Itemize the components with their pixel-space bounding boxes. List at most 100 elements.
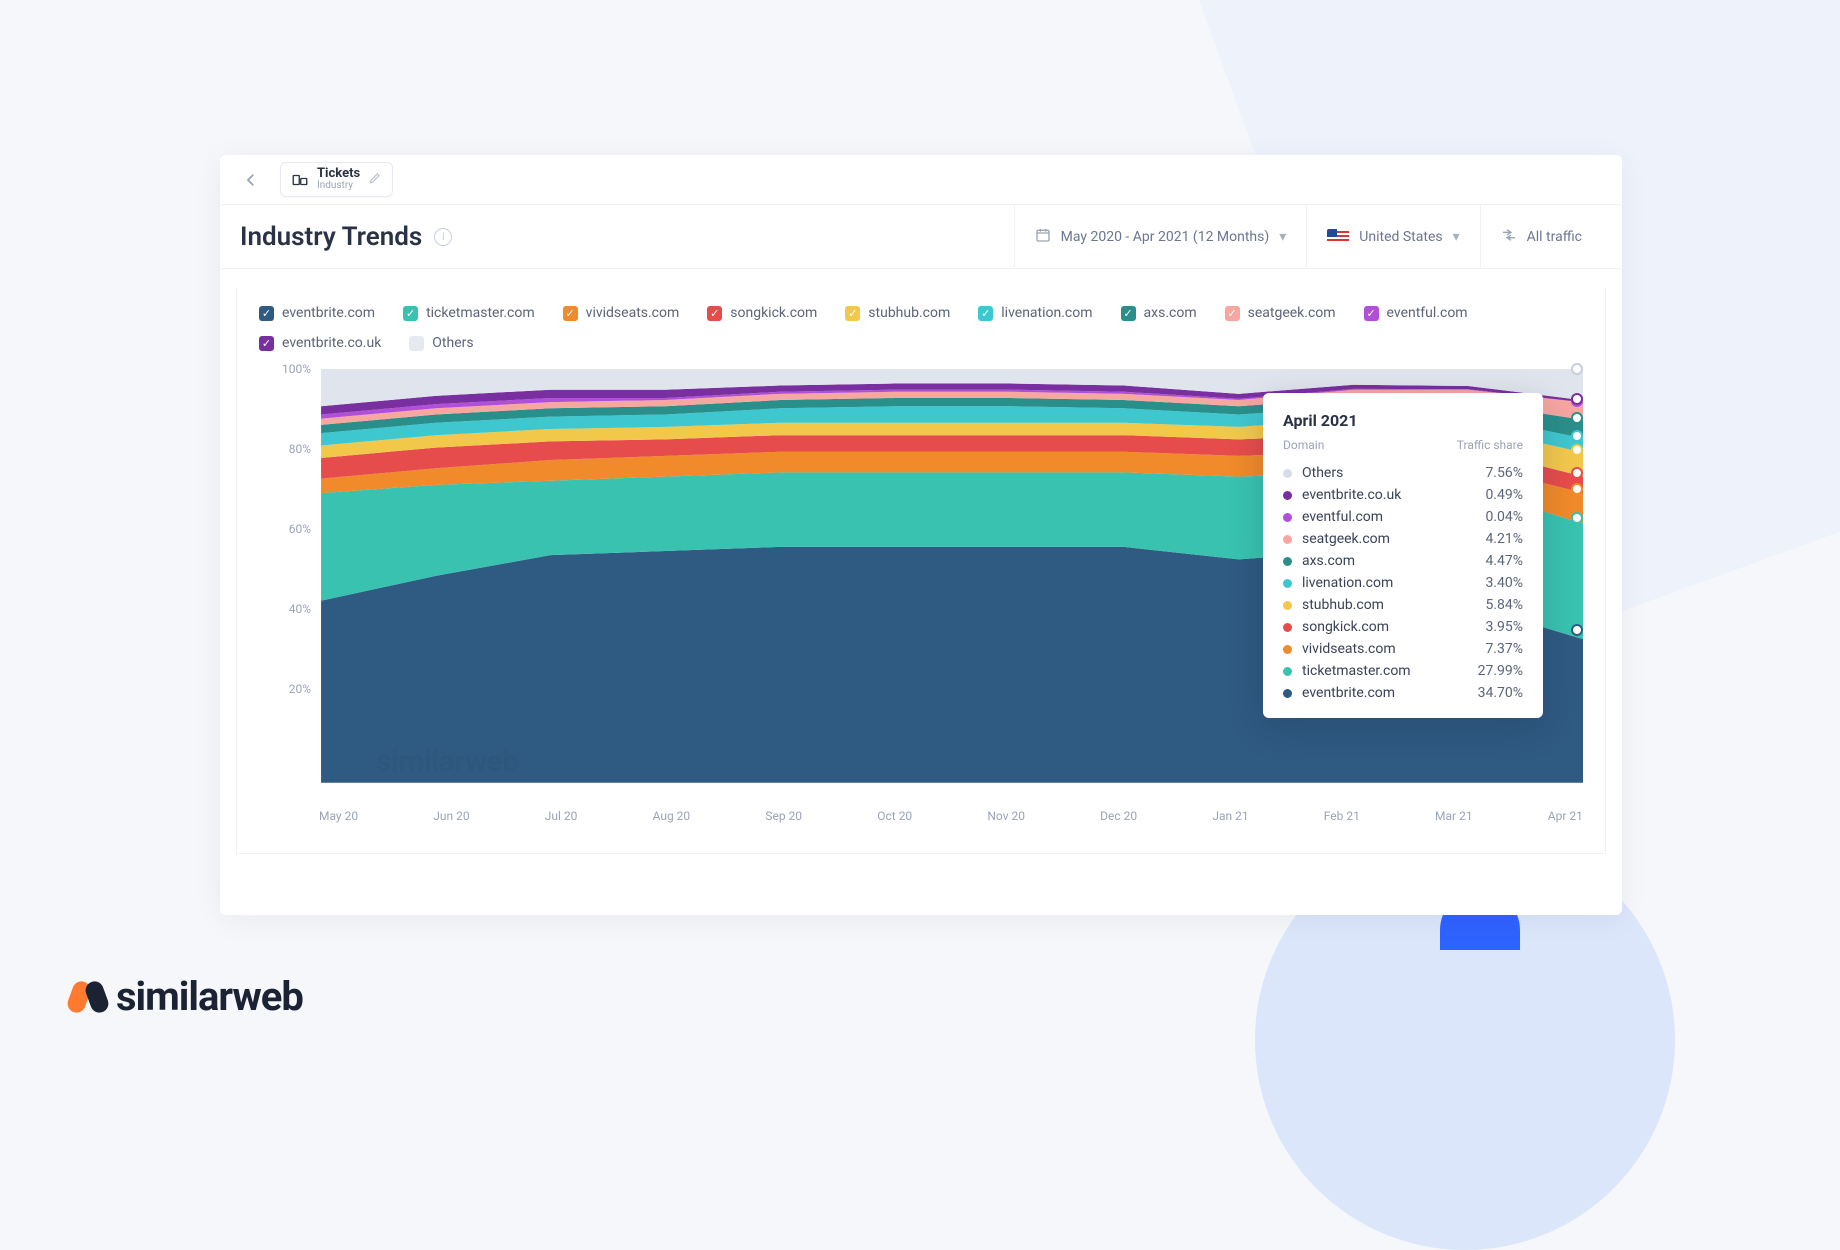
legend-checkbox[interactable] <box>1364 306 1379 321</box>
legend-checkbox[interactable] <box>1121 306 1136 321</box>
calendar-icon <box>1035 227 1051 247</box>
x-tick-label: Jan 21 <box>1212 809 1248 829</box>
tooltip-col-domain: Domain <box>1283 438 1324 452</box>
legend-checkbox[interactable] <box>403 306 418 321</box>
legend-checkbox[interactable] <box>259 306 274 321</box>
industry-chip[interactable]: Tickets Industry <box>280 162 393 197</box>
info-icon[interactable]: i <box>434 228 452 246</box>
tooltip-value: 3.95% <box>1485 619 1523 635</box>
edit-icon[interactable] <box>368 170 382 189</box>
series-color-dot <box>1283 579 1292 588</box>
x-tick-label: May 20 <box>319 809 358 829</box>
chart-plot[interactable]: 100%80%60%40%20% May 20Jun 20Jul 20Aug 2… <box>259 369 1583 829</box>
legend-item[interactable]: stubhub.com <box>845 305 950 321</box>
tooltip-row: vividseats.com 7.37% <box>1283 638 1523 660</box>
series-color-dot <box>1283 667 1292 676</box>
legend-item[interactable]: vividseats.com <box>563 305 680 321</box>
flag-icon <box>1327 229 1349 245</box>
tooltip-domain: songkick.com <box>1302 619 1475 635</box>
x-axis-labels: May 20Jun 20Jul 20Aug 20Sep 20Oct 20Nov … <box>319 809 1583 829</box>
legend-item[interactable]: seatgeek.com <box>1225 305 1336 321</box>
tooltip-title: April 2021 <box>1283 411 1523 430</box>
tooltip-row: axs.com4.47% <box>1283 550 1523 572</box>
tooltip-domain: eventbrite.com <box>1302 685 1468 701</box>
country-filter[interactable]: United States ▾ <box>1306 205 1479 268</box>
legend-item[interactable]: Others <box>409 335 473 351</box>
legend-item[interactable]: songkick.com <box>707 305 817 321</box>
tooltip-value: 4.21% <box>1485 531 1523 547</box>
legend-item[interactable]: eventful.com <box>1364 305 1468 321</box>
legend-item[interactable]: eventbrite.co.uk <box>259 335 381 351</box>
legend-checkbox[interactable] <box>259 336 274 351</box>
series-color-dot <box>1283 513 1292 522</box>
industry-icon <box>291 171 309 189</box>
app-frame: Tickets Industry Industry Trends i May 2… <box>220 155 1622 915</box>
compare-icon <box>1501 227 1517 247</box>
chevron-down-icon: ▾ <box>1453 229 1460 245</box>
tooltip-domain: Others <box>1302 465 1475 481</box>
legend-label: Others <box>432 335 473 351</box>
filters-group: May 2020 - Apr 2021 (12 Months) ▾ United… <box>1014 205 1602 268</box>
legend-label: stubhub.com <box>868 305 950 321</box>
tooltip-domain: livenation.com <box>1302 575 1475 591</box>
tooltip-value: 0.04% <box>1485 509 1523 525</box>
legend-item[interactable]: livenation.com <box>978 305 1092 321</box>
legend-checkbox[interactable] <box>563 306 578 321</box>
brand-logo-footer: similarweb <box>70 973 303 1020</box>
tooltip-value: 7.37% <box>1485 641 1523 657</box>
industry-chip-text: Tickets Industry <box>317 167 360 192</box>
series-marker <box>1571 483 1583 495</box>
legend-label: eventbrite.com <box>282 305 375 321</box>
date-range-filter[interactable]: May 2020 - Apr 2021 (12 Months) ▾ <box>1014 205 1307 268</box>
legend-item[interactable]: axs.com <box>1121 305 1197 321</box>
series-marker <box>1571 467 1583 479</box>
legend-label: vividseats.com <box>586 305 680 321</box>
tooltip-value: 0.49% <box>1485 487 1523 503</box>
back-button[interactable] <box>236 165 266 195</box>
legend-label: songkick.com <box>730 305 817 321</box>
series-color-dot <box>1283 689 1292 698</box>
tooltip-domain: eventful.com <box>1302 509 1475 525</box>
tooltip-domain: seatgeek.com <box>1302 531 1475 547</box>
legend-checkbox[interactable] <box>1225 306 1240 321</box>
tooltip-value: 34.70% <box>1478 685 1523 701</box>
tooltip-value: 4.47% <box>1485 553 1523 569</box>
tooltip-domain: ticketmaster.com <box>1302 663 1468 679</box>
tooltip-row: livenation.com 3.40% <box>1283 572 1523 594</box>
x-tick-label: Nov 20 <box>987 809 1025 829</box>
tooltip-row: ticketmaster.com27.99% <box>1283 660 1523 682</box>
chart-watermark: similarweb <box>344 744 519 779</box>
legend-checkbox[interactable] <box>978 306 993 321</box>
legend-checkbox[interactable] <box>845 306 860 321</box>
series-marker <box>1571 512 1583 524</box>
x-tick-label: Aug 20 <box>653 809 691 829</box>
series-marker <box>1571 624 1583 636</box>
tooltip-row: stubhub.com5.84% <box>1283 594 1523 616</box>
series-marker <box>1571 363 1583 375</box>
legend-label: livenation.com <box>1001 305 1092 321</box>
tooltip-domain: vividseats.com <box>1302 641 1475 657</box>
x-tick-label: Oct 20 <box>877 809 912 829</box>
series-color-dot <box>1283 557 1292 566</box>
tooltip-domain: eventbrite.co.uk <box>1302 487 1475 503</box>
series-marker <box>1571 412 1583 424</box>
legend-item[interactable]: eventbrite.com <box>259 305 375 321</box>
legend-label: axs.com <box>1144 305 1197 321</box>
header-bar: Tickets Industry <box>220 155 1622 205</box>
traffic-filter[interactable]: All traffic <box>1480 205 1602 268</box>
industry-chip-title: Tickets <box>317 167 360 180</box>
tooltip-value: 3.40% <box>1485 575 1523 591</box>
chart-card: eventbrite.com ticketmaster.com vividseats… <box>236 287 1606 854</box>
series-color-dot <box>1283 535 1292 544</box>
x-tick-label: Apr 21 <box>1548 809 1583 829</box>
legend-checkbox[interactable] <box>707 306 722 321</box>
tooltip-row: songkick.com 3.95% <box>1283 616 1523 638</box>
page-title: Industry Trends <box>240 222 422 252</box>
legend-item[interactable]: ticketmaster.com <box>403 305 535 321</box>
tooltip-col-share: Traffic share <box>1457 438 1523 452</box>
tooltip-row: seatgeek.com 4.21% <box>1283 528 1523 550</box>
x-tick-label: Sep 20 <box>765 809 802 829</box>
industry-chip-subtitle: Industry <box>317 180 360 192</box>
series-color-dot <box>1283 469 1292 478</box>
legend-checkbox[interactable] <box>409 336 424 351</box>
